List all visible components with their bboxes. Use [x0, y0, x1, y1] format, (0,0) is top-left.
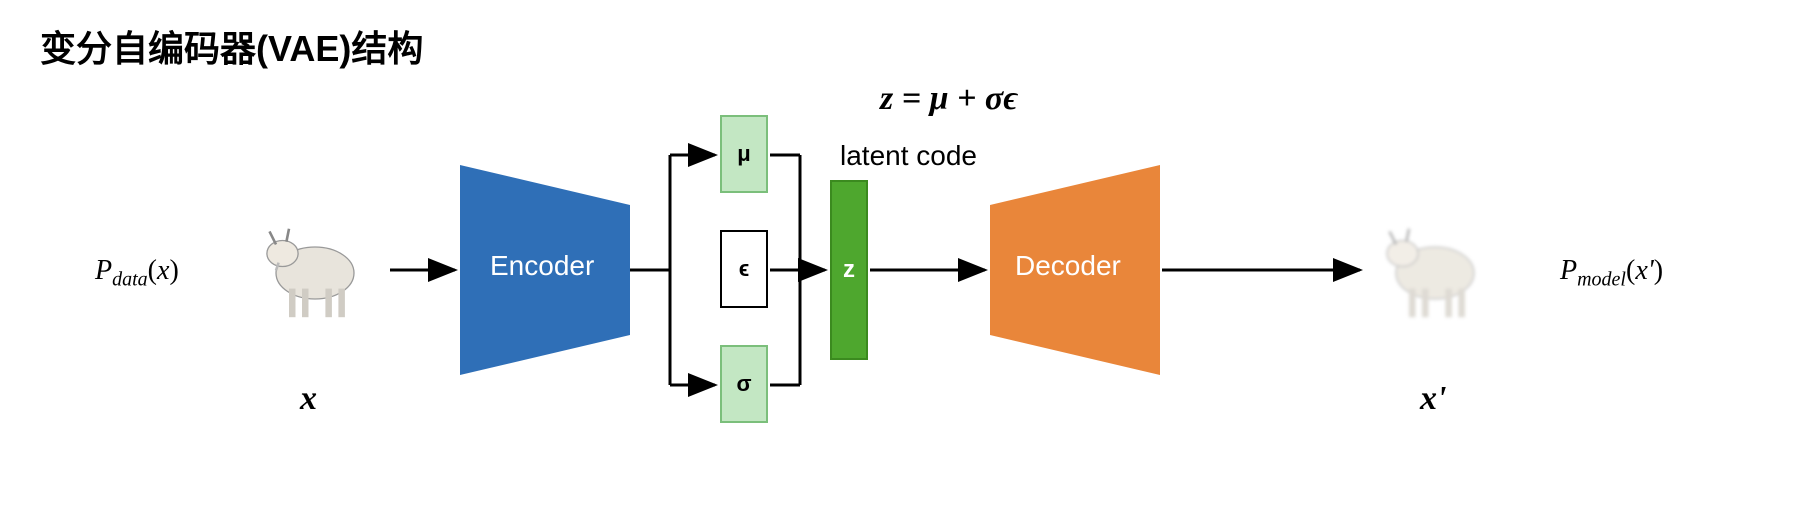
- sigma-box: σ: [720, 345, 768, 423]
- latent-code-label: latent code: [840, 140, 977, 172]
- diagram-title: 变分自编码器(VAE)结构: [40, 20, 423, 72]
- output-symbol: x': [1420, 380, 1446, 418]
- mu-box: μ: [720, 115, 768, 193]
- input-distribution-label: Pdata(x): [95, 255, 179, 292]
- epsilon-box: ϵ: [720, 230, 768, 308]
- reparam-formula: z = μ + σϵ: [880, 80, 1018, 118]
- output-image-goat: [1370, 195, 1500, 325]
- decoder-label: Decoder: [1015, 250, 1121, 282]
- input-image-goat: [250, 195, 380, 325]
- latent-z-box: z: [830, 180, 868, 360]
- vae-diagram: z = μ + σϵ latent code Pdata(x) Pmodel(x…: [0, 80, 1794, 520]
- input-symbol: x: [300, 380, 317, 418]
- output-distribution-label: Pmodel(x'): [1560, 255, 1663, 292]
- encoder-label: Encoder: [490, 250, 594, 282]
